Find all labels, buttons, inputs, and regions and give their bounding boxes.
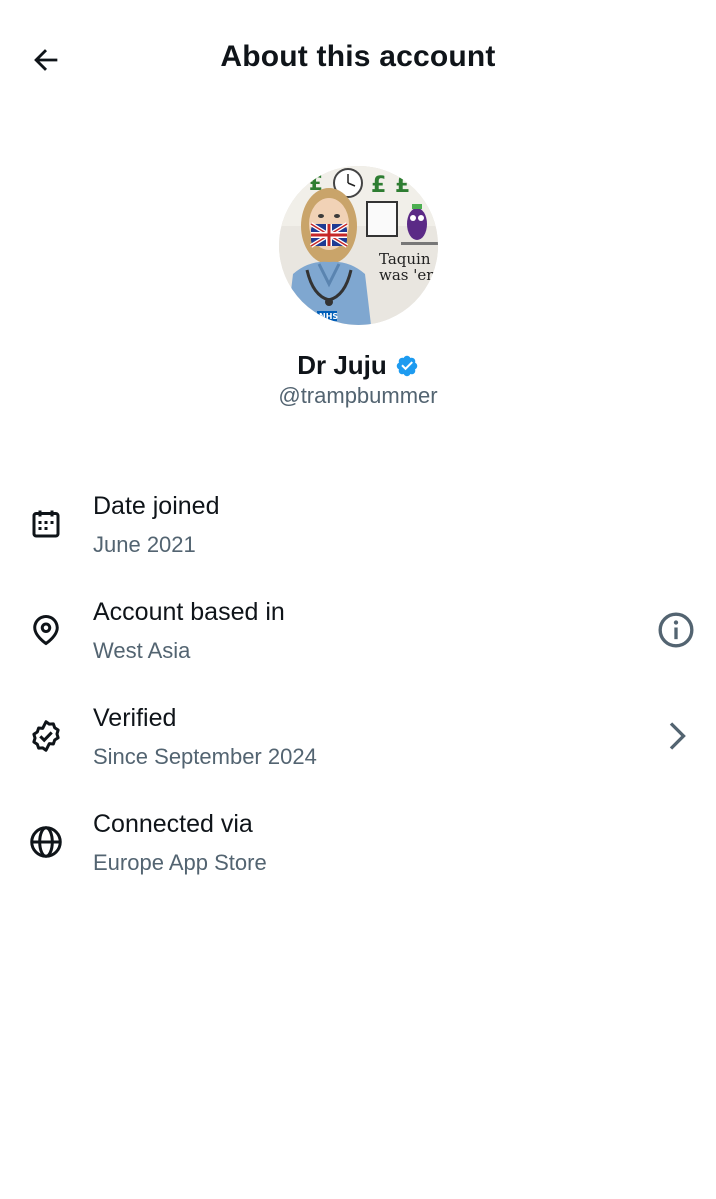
svg-text:NHS: NHS — [319, 312, 338, 321]
detail-label: Date joined — [93, 492, 220, 520]
detail-value: June 2021 — [93, 532, 196, 557]
page-title: About this account — [220, 40, 496, 73]
detail-value: Europe App Store — [93, 850, 267, 875]
info-icon[interactable] — [656, 610, 696, 650]
svg-text:£: £ — [395, 173, 410, 198]
avatar[interactable]: £ £ £ Taquin was 'ere NHS — [279, 166, 438, 325]
calendar-icon — [32, 510, 60, 538]
avatar-image: £ £ £ Taquin was 'ere NHS — [279, 166, 438, 325]
svg-text:was 'ere: was 'ere — [379, 266, 438, 284]
chevron-right-icon[interactable] — [656, 716, 696, 756]
detail-row-verified[interactable]: Verified Since September 2024 — [0, 698, 716, 788]
detail-row-date-joined: Date joined June 2021 — [0, 486, 716, 576]
profile-name: Dr Juju — [297, 350, 387, 380]
top-bar: About this account — [0, 0, 716, 120]
svg-text:£: £ — [371, 173, 386, 198]
profile-name-row: Dr Juju — [0, 350, 716, 381]
detail-row-connected-via: Connected via Europe App Store — [0, 804, 716, 894]
verified-badge-icon[interactable] — [395, 354, 419, 378]
verified-badge-outline-icon — [32, 720, 60, 752]
detail-label: Verified — [93, 704, 177, 732]
detail-value: Since September 2024 — [93, 744, 317, 769]
detail-value: West Asia — [93, 638, 191, 663]
location-pin-icon — [33, 615, 59, 646]
globe-icon — [30, 826, 62, 858]
detail-row-account-based-in: Account based in West Asia — [0, 592, 716, 682]
detail-label: Connected via — [93, 810, 253, 838]
profile-handle: @trampbummer — [278, 383, 438, 408]
detail-label: Account based in — [93, 598, 285, 626]
